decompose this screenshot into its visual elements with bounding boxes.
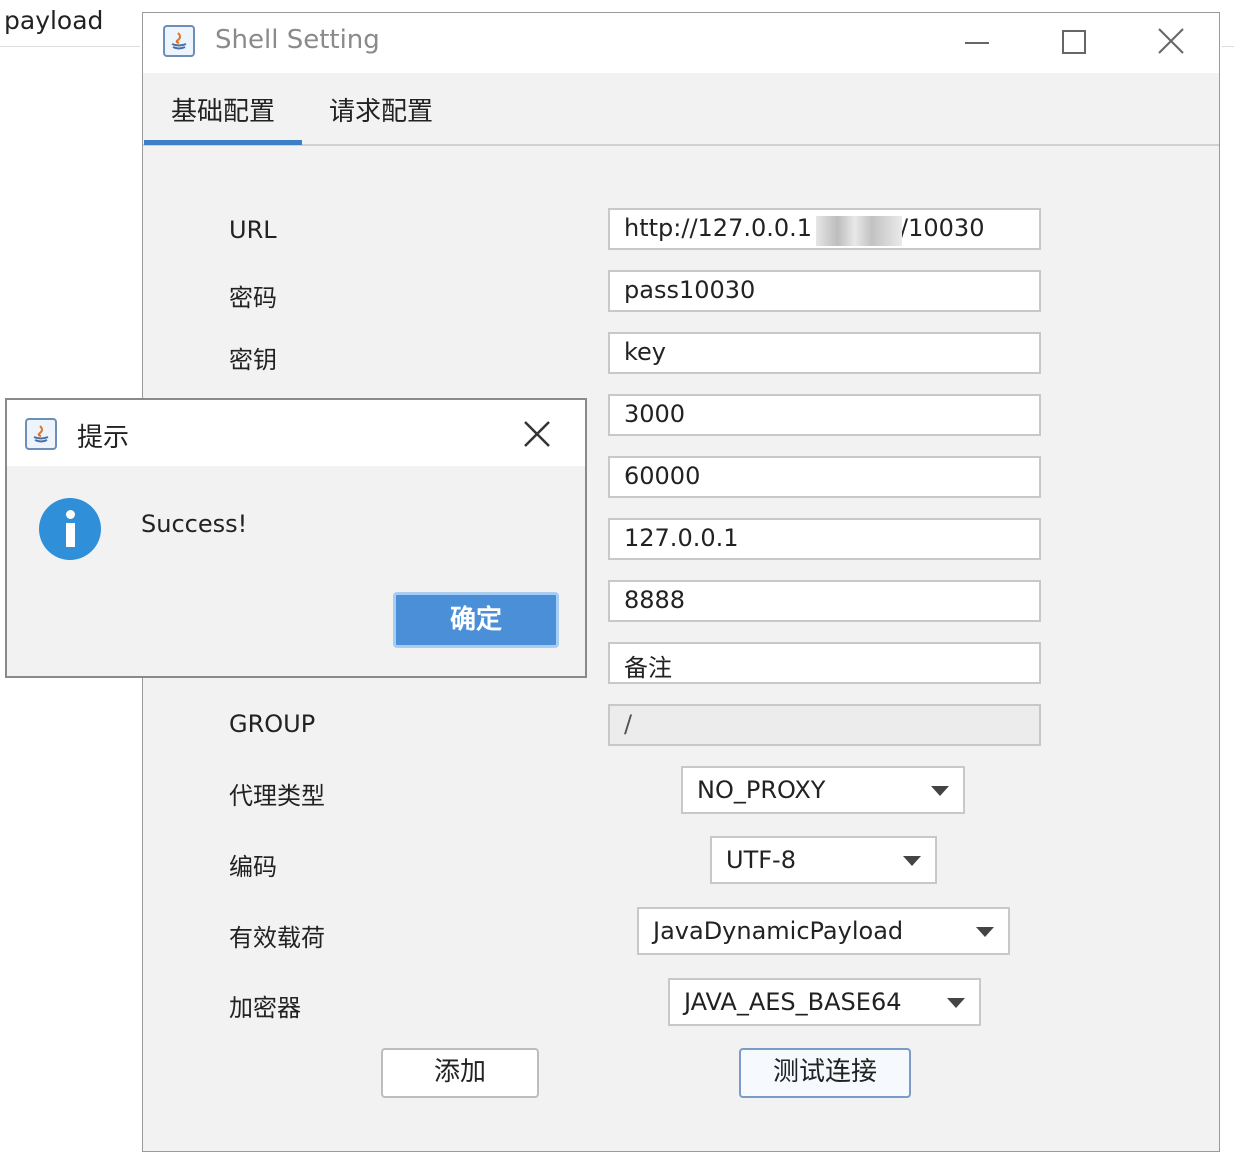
background-divider: [0, 46, 140, 47]
chevron-down-icon: [903, 856, 921, 866]
encoding-value: UTF-8: [726, 846, 796, 874]
read-timeout-input[interactable]: 60000: [608, 456, 1041, 498]
label-payload: 有效载荷: [229, 924, 325, 952]
tab-request-config[interactable]: 请求配置: [329, 91, 433, 128]
payload-select[interactable]: JavaDynamicPayload: [637, 907, 1010, 955]
background-label: payload: [4, 6, 104, 35]
close-icon[interactable]: [1151, 23, 1191, 63]
connect-timeout-input[interactable]: 3000: [608, 394, 1041, 436]
info-dialog: 提示 Success! 确定: [5, 398, 587, 678]
java-app-icon: [163, 25, 195, 57]
chevron-down-icon: [976, 927, 994, 937]
label-url: URL: [229, 216, 277, 244]
proxy-type-value: NO_PROXY: [697, 776, 826, 804]
tab-basic-config[interactable]: 基础配置: [171, 91, 275, 128]
active-tab-indicator: [144, 140, 302, 145]
window-title: Shell Setting: [215, 25, 380, 55]
tab-bar: 基础配置 请求配置: [143, 73, 1219, 146]
remark-input[interactable]: 备注: [608, 642, 1041, 684]
encoding-select[interactable]: UTF-8: [710, 836, 937, 884]
url-suffix: /10030: [900, 214, 985, 242]
proxy-port-input[interactable]: 8888: [608, 580, 1041, 622]
label-encoding: 编码: [229, 853, 277, 881]
label-proxy-type: 代理类型: [229, 782, 325, 810]
ok-button[interactable]: 确定: [393, 592, 559, 648]
label-group: GROUP: [229, 710, 316, 738]
add-button[interactable]: 添加: [381, 1048, 539, 1098]
label-cryption: 加密器: [229, 994, 301, 1022]
proxy-host-input[interactable]: 127.0.0.1: [608, 518, 1041, 560]
group-input[interactable]: /: [608, 704, 1041, 746]
redaction-blur: [816, 216, 902, 246]
chevron-down-icon: [947, 998, 965, 1008]
url-input[interactable]: http://127.0.0.1/10030: [608, 208, 1041, 250]
java-app-icon: [25, 418, 57, 450]
label-key: 密钥: [229, 346, 277, 374]
info-icon: [39, 498, 101, 560]
cryption-value: JAVA_AES_BASE64: [684, 988, 902, 1016]
test-connection-button[interactable]: 测试连接: [739, 1048, 911, 1098]
proxy-type-select[interactable]: NO_PROXY: [681, 766, 965, 814]
background-divider-right: [1222, 46, 1234, 47]
password-input[interactable]: pass10030: [608, 270, 1041, 312]
window-titlebar[interactable]: Shell Setting: [143, 13, 1219, 73]
cryption-select[interactable]: JAVA_AES_BASE64: [668, 978, 981, 1026]
maximize-icon[interactable]: [1053, 23, 1093, 63]
label-password: 密码: [229, 284, 277, 312]
dialog-message: Success!: [141, 510, 248, 538]
payload-value: JavaDynamicPayload: [653, 917, 904, 945]
key-input[interactable]: key: [608, 332, 1041, 374]
dialog-titlebar[interactable]: 提示: [7, 400, 585, 466]
chevron-down-icon: [931, 786, 949, 796]
dialog-title: 提示: [77, 423, 130, 453]
url-prefix: http://127.0.0.1: [624, 214, 813, 242]
minimize-icon[interactable]: [957, 23, 997, 63]
close-icon[interactable]: [517, 414, 557, 454]
